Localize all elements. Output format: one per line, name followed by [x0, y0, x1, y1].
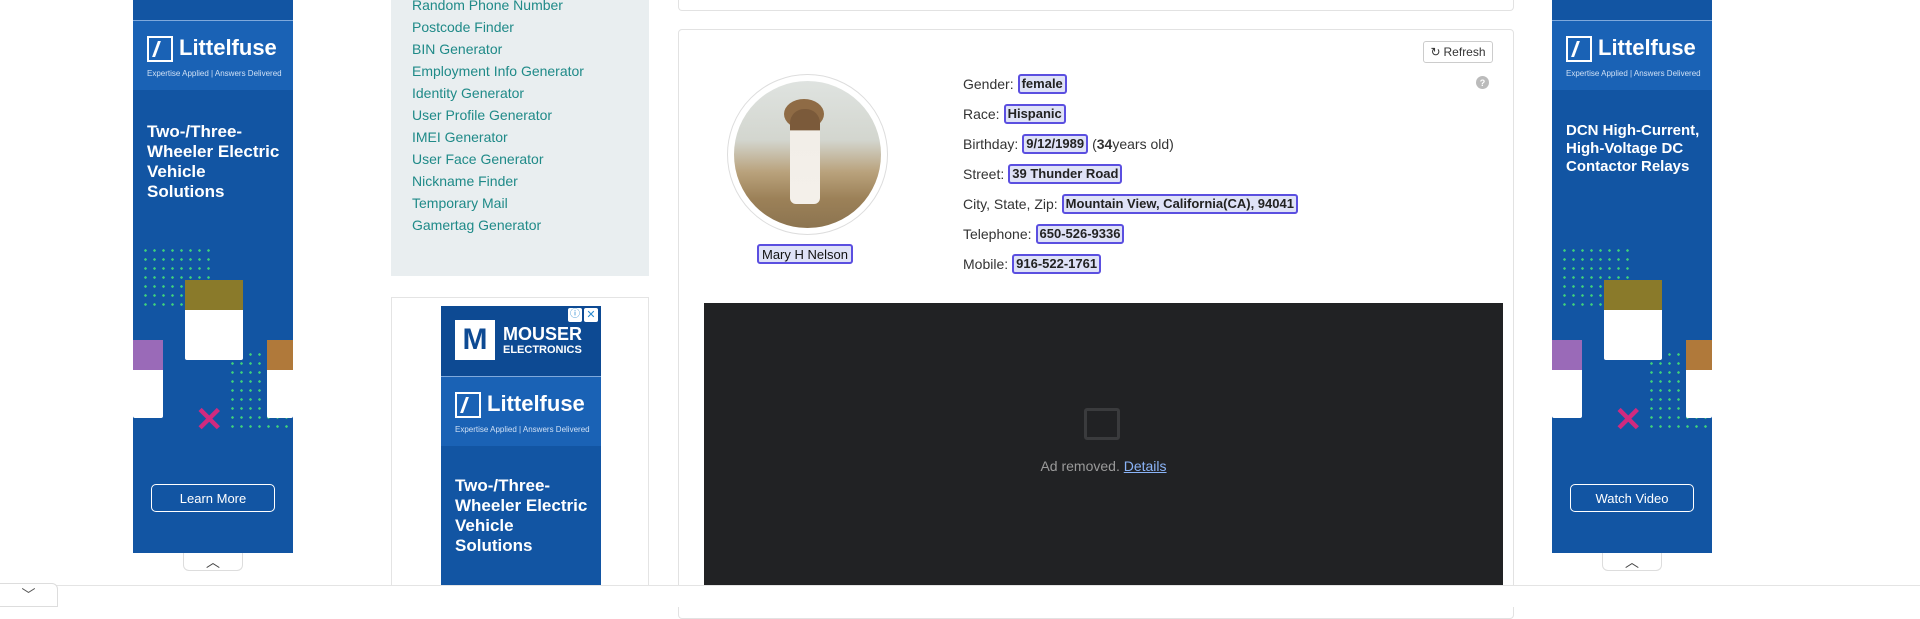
bottom-collapse-button[interactable]: ﹀: [0, 583, 58, 607]
age-value: 34: [1096, 136, 1113, 152]
sidebar-ad-brand: Littelfuse Expertise Applied | Answers D…: [441, 376, 601, 446]
sidebar-link-gamertag-generator[interactable]: Gamertag Generator: [391, 214, 649, 236]
blocked-image-icon: [1084, 408, 1120, 440]
birthday-label: Birthday:: [963, 136, 1019, 152]
sidebar-link-employment-info-generator[interactable]: Employment Info Generator: [391, 60, 649, 82]
left-ad-tagline: Expertise Applied | Answers Delivered: [147, 69, 282, 78]
left-ad-collapse-button[interactable]: ︿: [183, 553, 243, 571]
age-suffix: years old): [1112, 136, 1174, 152]
mouser-logo-icon: M: [455, 320, 495, 360]
city-label: City, State, Zip:: [963, 196, 1058, 212]
littelfuse-logo-icon: [147, 36, 173, 63]
avatar-photo: [734, 81, 881, 228]
left-ad-card-2: [133, 340, 163, 418]
avatar: [727, 74, 888, 235]
help-icon[interactable]: ?: [1476, 76, 1489, 89]
ad-removed-message: Ad removed. Details: [704, 458, 1503, 474]
sidebar-link-temporary-mail[interactable]: Temporary Mail: [391, 192, 649, 214]
sidebar: Random Phone Number Postcode Finder BIN …: [391, 0, 649, 276]
mouser-line1: MOUSER: [503, 324, 583, 344]
sidebar-link-user-face-generator[interactable]: User Face Generator: [391, 148, 649, 170]
right-ad-card-2: [1552, 340, 1582, 418]
sidebar-ad-brand-name: Littelfuse: [487, 391, 585, 416]
sidebar-link-identity-generator[interactable]: Identity Generator: [391, 82, 649, 104]
littelfuse-logo-icon: [455, 392, 481, 419]
telephone-label: Telephone:: [963, 226, 1032, 242]
left-ad-brand-name: Littelfuse: [179, 35, 277, 60]
street-label: Street:: [963, 166, 1005, 182]
ad-removed-details-link[interactable]: Details: [1124, 458, 1167, 474]
top-card: [678, 0, 1514, 11]
telephone-row: Telephone: 650-526-9336: [963, 224, 1125, 244]
right-ad-video-card: [1604, 280, 1662, 360]
refresh-icon: ↻: [1430, 45, 1441, 59]
ad-info-icon[interactable]: ⓘ: [568, 308, 582, 322]
sidebar-link-imei-generator[interactable]: IMEI Generator: [391, 126, 649, 148]
gender-value: female: [1017, 74, 1067, 94]
sidebar-link-nickname-finder[interactable]: Nickname Finder: [391, 170, 649, 192]
left-ad-brand: Littelfuse Expertise Applied | Answers D…: [133, 20, 293, 90]
right-ad-banner[interactable]: Littelfuse Expertise Applied | Answers D…: [1552, 0, 1712, 553]
right-ad-brand: Littelfuse Expertise Applied | Answers D…: [1552, 20, 1712, 90]
right-ad-tagline: Expertise Applied | Answers Delivered: [1566, 69, 1701, 78]
right-ad-brand-name: Littelfuse: [1598, 35, 1696, 60]
street-row: Street: 39 Thunder Road: [963, 164, 1123, 184]
ad-removed-text: Ad removed.: [1040, 458, 1120, 474]
city-row: City, State, Zip: Mountain View, Califor…: [963, 194, 1298, 214]
race-row: Race: Hispanic: [963, 104, 1066, 124]
ad-removed-panel: Ad removed. Details: [704, 303, 1503, 585]
mobile-row: Mobile: 916-522-1761: [963, 254, 1102, 274]
left-ad-card-3: [267, 340, 293, 418]
ad-close-icon[interactable]: ✕: [584, 308, 598, 322]
left-ad-banner[interactable]: Littelfuse Expertise Applied | Answers D…: [133, 0, 293, 553]
gender-row: Gender: female: [963, 74, 1067, 94]
city-value: Mountain View, California(CA), 94041: [1061, 194, 1298, 214]
gender-label: Gender:: [963, 76, 1014, 92]
sidebar-link-user-profile-generator[interactable]: User Profile Generator: [391, 104, 649, 126]
profile-name: Mary H Nelson: [757, 244, 853, 264]
right-ad-x-icon: ✕: [1614, 401, 1643, 439]
sidebar-ad-tagline: Expertise Applied | Answers Delivered: [455, 425, 590, 434]
birthday-row: Birthday: 9/12/1989 (34 years old): [963, 134, 1174, 154]
sidebar-ad-headline: Two-/Three-Wheeler Electric Vehicle Solu…: [455, 476, 588, 555]
sidebar-link-random-phone-number[interactable]: Random Phone Number: [391, 0, 649, 16]
chevron-down-icon: ﹀: [21, 587, 36, 603]
littelfuse-logo-icon: [1566, 36, 1592, 63]
bottom-anchor-bar: [0, 585, 1920, 607]
telephone-value: 650-526-9336: [1035, 224, 1125, 244]
mobile-value: 916-522-1761: [1012, 254, 1102, 274]
left-ad-x-icon: ✕: [195, 401, 224, 439]
left-ad-video-card: [185, 280, 243, 360]
refresh-button[interactable]: ↻ Refresh: [1423, 41, 1493, 63]
left-ad-cta-button[interactable]: Learn More: [151, 484, 275, 512]
right-ad-headline: DCN High-Current, High-Voltage DC Contac…: [1566, 122, 1700, 175]
sidebar-link-bin-generator[interactable]: BIN Generator: [391, 38, 649, 60]
right-ad-cta-button[interactable]: Watch Video: [1570, 484, 1694, 512]
sidebar-ad-banner[interactable]: M MOUSER ELECTRONICS ⓘ ✕ Littelfuse Expe…: [441, 306, 601, 607]
refresh-label: Refresh: [1443, 45, 1486, 59]
race-label: Race:: [963, 106, 1000, 122]
right-ad-card-3: [1686, 340, 1712, 418]
right-ad-collapse-button[interactable]: ︿: [1602, 553, 1662, 571]
sidebar-link-postcode-finder[interactable]: Postcode Finder: [391, 16, 649, 38]
birthday-value: 9/12/1989: [1022, 134, 1089, 154]
mouser-line2: ELECTRONICS: [503, 344, 582, 356]
mobile-label: Mobile:: [963, 256, 1009, 272]
left-ad-headline: Two-/Three-Wheeler Electric Vehicle Solu…: [147, 122, 280, 201]
race-value: Hispanic: [1003, 104, 1066, 124]
street-value: 39 Thunder Road: [1008, 164, 1123, 184]
